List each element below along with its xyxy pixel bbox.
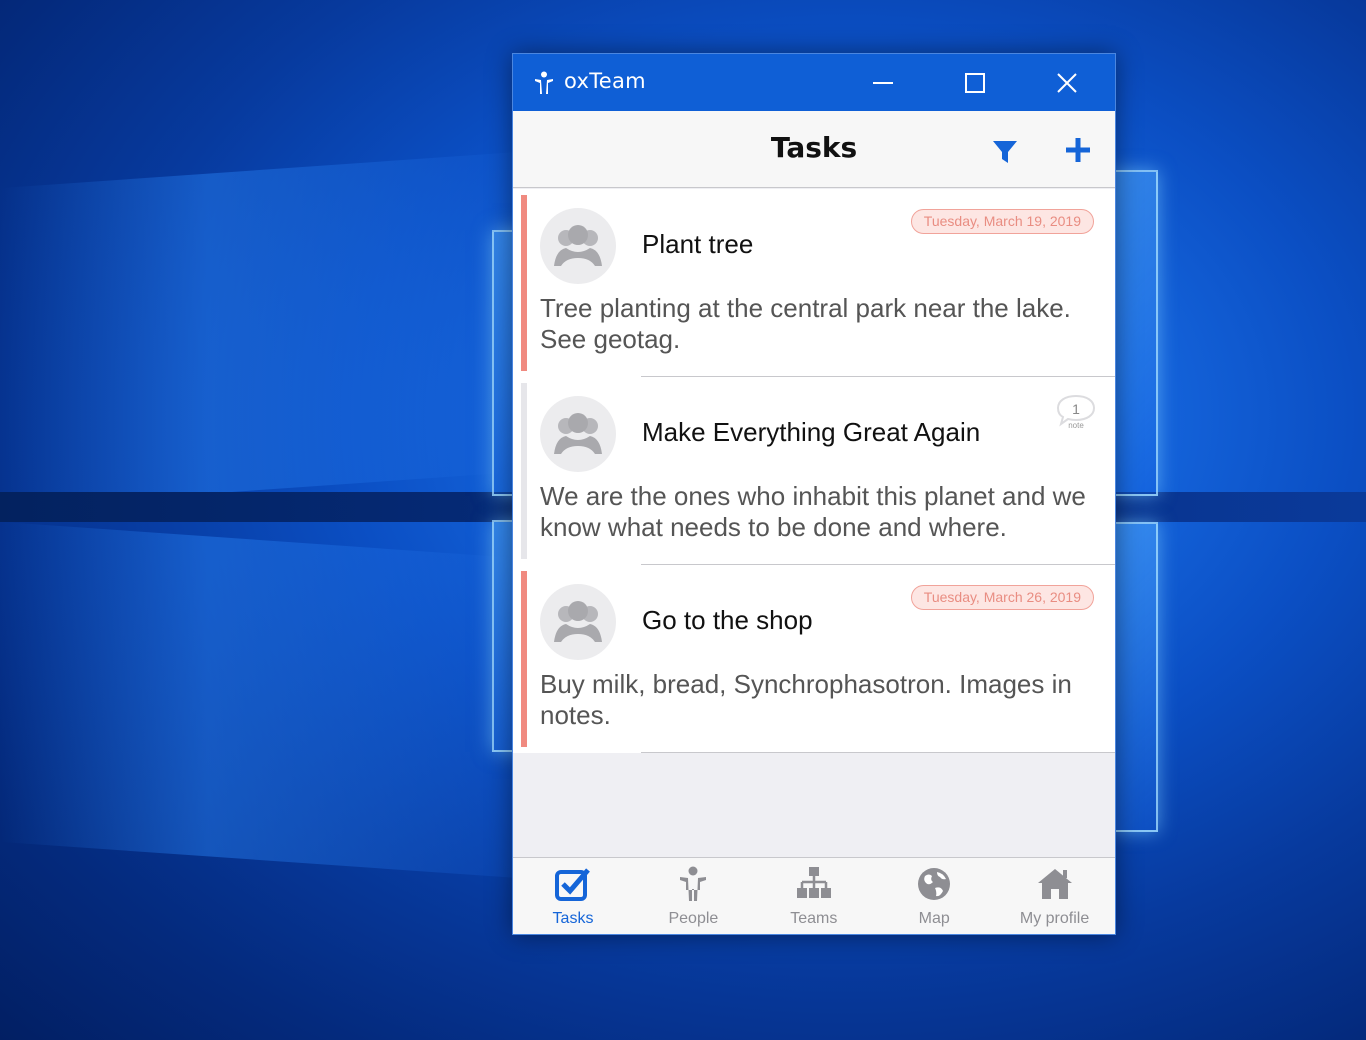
tab-my-profile[interactable]: My profile (995, 858, 1115, 934)
window-title: oxTeam (564, 69, 646, 93)
tab-tasks[interactable]: Tasks (513, 858, 633, 934)
page-title: Tasks (770, 131, 858, 164)
due-date-badge: Tuesday, March 26, 2019 (910, 585, 1094, 610)
minimize-button[interactable] (837, 54, 929, 111)
app-person-icon (535, 71, 553, 94)
task-title: Go to the shop (642, 605, 813, 635)
checkbox-icon (555, 868, 590, 901)
home-icon (1037, 869, 1072, 899)
globe-icon (918, 868, 951, 900)
bottom-tab-bar: Tasks People Teams Map My profile (513, 857, 1115, 934)
window-logo-pane (1112, 170, 1158, 496)
close-button[interactable] (1021, 54, 1113, 111)
tab-label: Teams (790, 910, 838, 927)
person-icon (680, 866, 707, 901)
minimize-icon (873, 81, 893, 84)
priority-accent-bar (521, 571, 527, 747)
priority-accent-bar (521, 195, 527, 371)
tab-people[interactable]: People (633, 858, 753, 934)
task-description: Tree planting at the central park near t… (540, 293, 1071, 354)
title-bar[interactable]: oxTeam (513, 54, 1115, 111)
task-list: Plant tree Tuesday, March 19, 2019 Tree … (513, 189, 1115, 753)
app-window: oxTeam Tasks Plant tree Tuesday, March 1… (512, 53, 1116, 935)
notes-label: note (1068, 421, 1084, 430)
priority-accent-bar (521, 383, 527, 559)
maximize-button[interactable] (929, 54, 1021, 111)
due-date-badge: Tuesday, March 19, 2019 (910, 209, 1094, 234)
maximize-icon (965, 72, 985, 93)
tab-label: My profile (1019, 910, 1090, 927)
tab-map[interactable]: Map (874, 858, 994, 934)
group-avatar-icon (540, 584, 616, 660)
close-icon (1057, 72, 1077, 93)
task-title: Make Everything Great Again (642, 417, 981, 447)
task-item-make-everything-great-again[interactable]: Make Everything Great Again 1 note We ar… (513, 377, 1115, 565)
task-description: Buy milk, bread, Synchrophasotron. Image… (540, 669, 1072, 730)
task-item-go-to-the-shop[interactable]: Go to the shop Tuesday, March 26, 2019 B… (513, 565, 1115, 753)
navigation-bar: Tasks (513, 111, 1115, 188)
tab-label: Tasks (552, 910, 594, 927)
task-item-plant-tree[interactable]: Plant tree Tuesday, March 19, 2019 Tree … (513, 189, 1115, 377)
window-logo-pane (1112, 522, 1158, 832)
tab-label: People (668, 910, 719, 927)
notes-badge: 1 note (1055, 393, 1097, 433)
plus-icon[interactable] (1063, 135, 1093, 165)
group-avatar-icon (540, 396, 616, 472)
group-avatar-icon (540, 208, 616, 284)
tab-label: Map (918, 910, 950, 927)
notes-count: 1 (1072, 401, 1080, 417)
hierarchy-icon (796, 867, 831, 898)
task-description: We are the ones who inhabit this planet … (540, 481, 1086, 542)
tab-teams[interactable]: Teams (754, 858, 874, 934)
task-title: Plant tree (642, 229, 754, 259)
filter-icon[interactable] (990, 137, 1020, 167)
